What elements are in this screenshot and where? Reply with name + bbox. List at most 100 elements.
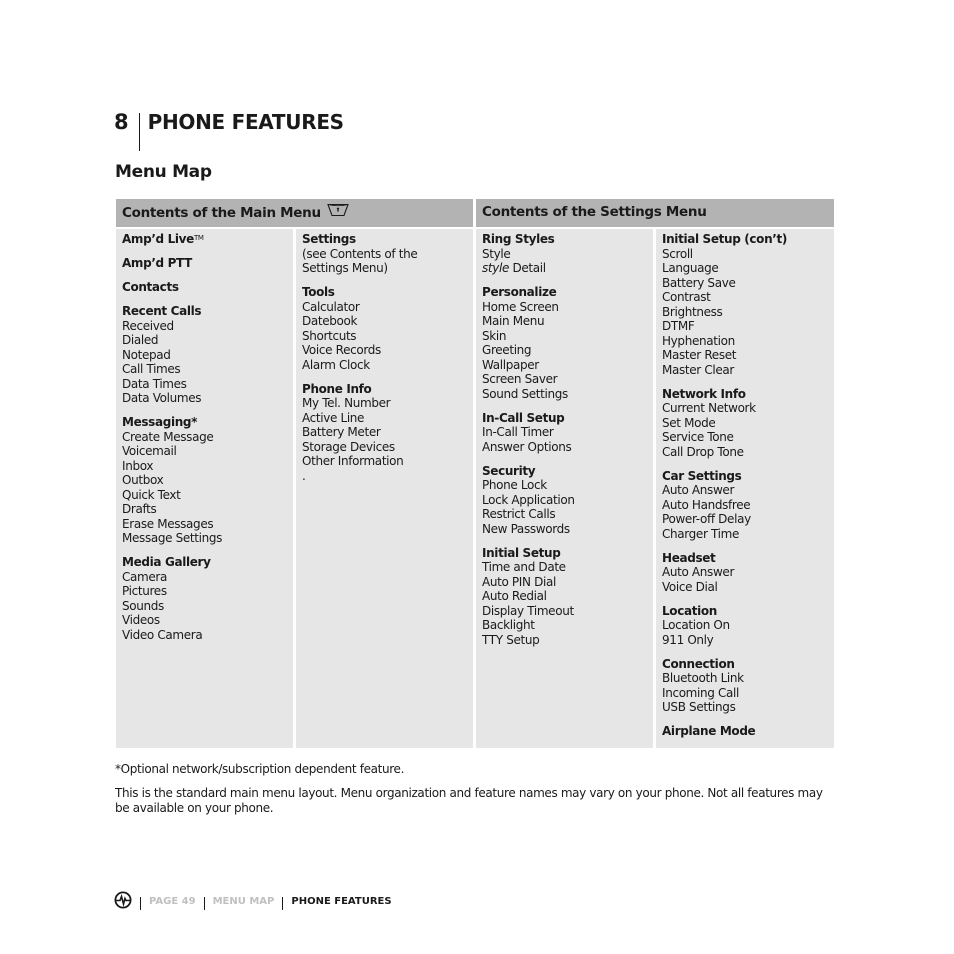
menu-item: Master Clear xyxy=(662,362,734,377)
menu-group-title: In-Call Setup xyxy=(482,411,653,426)
menu-item: Data Times xyxy=(122,376,187,391)
menu-group-title: Phone Info xyxy=(302,382,473,397)
menu-item: Home Screen xyxy=(482,299,559,314)
layout-note: This is the standard main menu layout. M… xyxy=(115,786,823,815)
menu-group: Airplane Mode xyxy=(662,724,834,739)
menu-item: Voice Records xyxy=(302,343,381,357)
menu-item: Quick Text xyxy=(122,487,181,502)
menu-item: Incoming Call xyxy=(662,685,739,700)
menu-group-title-text: Location xyxy=(662,603,717,618)
menu-item: In-Call Timer xyxy=(482,425,554,439)
menu-group: Media Gallery Camera Pictures Sounds Videos V… xyxy=(122,555,293,642)
menu-item: Voice Dial xyxy=(662,579,718,594)
menu-group: Security Phone Lock Lock Application Restri… xyxy=(482,464,653,537)
chapter-divider xyxy=(138,113,140,151)
menu-item: Master Reset xyxy=(662,348,737,362)
menu-group-title-text: Media Gallery xyxy=(122,555,211,569)
menu-column: Initial Setup (con’t) Scroll Language Batte… xyxy=(656,229,834,748)
menu-item: Battery Meter xyxy=(302,425,381,439)
page-footer: PAGE 49 MENU MAP PHONE FEATURES xyxy=(114,891,392,912)
section-title: Menu Map xyxy=(115,162,212,182)
menu-group-title: Car Settings xyxy=(662,469,834,484)
menu-item: My Tel. Number xyxy=(302,396,391,410)
menu-group-title: Connection xyxy=(662,657,834,672)
menu-item: Lock Application xyxy=(482,492,575,507)
menu-group-title-text: Contacts xyxy=(122,280,179,294)
menu-group: Amp’d LiveTM xyxy=(122,232,293,247)
menu-item: Auto Answer xyxy=(662,483,735,497)
menu-group-title-text: Car Settings xyxy=(662,468,742,483)
menu-item: Scroll xyxy=(662,246,693,261)
menu-group: Location Location On 911 Only xyxy=(662,604,834,648)
table-header: Contents of the Main Menu Contents of th… xyxy=(116,199,834,227)
menu-item: Wallpaper xyxy=(482,357,539,372)
menu-item: (see Contents of the xyxy=(302,246,418,261)
footer-page-number: PAGE 49 xyxy=(149,896,196,907)
menu-item: Auto Answer xyxy=(662,565,735,579)
menu-group: Recent Calls Received Dialed Notepad Call Ti… xyxy=(122,304,293,406)
menu-item: Videos xyxy=(122,613,160,627)
menu-item: Phone Lock xyxy=(482,478,547,492)
menu-item: Restrict Calls xyxy=(482,507,556,521)
menu-item: Calculator xyxy=(302,299,360,314)
menu-item: Storage Devices xyxy=(302,439,395,454)
menu-item: Location On xyxy=(662,618,730,632)
menu-item: Sound Settings xyxy=(482,386,568,401)
menu-group-title: Settings xyxy=(302,232,473,247)
menu-item: Data Volumes xyxy=(122,391,202,405)
menu-item: Style xyxy=(482,246,511,261)
menu-group-title-text: Initial Setup xyxy=(482,545,561,560)
menu-group-title-text: Personalize xyxy=(482,285,557,299)
menu-group: Initial Setup (con’t) Scroll Language Batte… xyxy=(662,232,834,377)
menu-item: Screen Saver xyxy=(482,372,558,386)
menu-item: Active Line xyxy=(302,410,365,425)
menu-group-title: Network Info xyxy=(662,387,834,402)
menu-key-icon xyxy=(326,200,349,226)
menu-item: Service Tone xyxy=(662,430,734,444)
menu-group-title-text: In-Call Setup xyxy=(482,410,565,425)
menu-group-title: Tools xyxy=(302,285,473,300)
menu-item: Message Settings xyxy=(122,531,223,545)
menu-item: Video Camera xyxy=(122,627,203,642)
menu-group-title: Amp’d LiveTM xyxy=(122,232,293,247)
menu-group-title-text: Amp’d Live xyxy=(122,232,194,246)
menu-item: New Passwords xyxy=(482,521,570,536)
menu-group-title: Ring Styles xyxy=(482,232,653,247)
menu-item: USB Settings xyxy=(662,700,736,714)
settings-menu-header: Contents of the Settings Menu xyxy=(476,199,834,227)
menu-group: Car Settings Auto Answer Auto Handsfree Pow… xyxy=(662,469,834,542)
menu-group-title-text: Connection xyxy=(662,656,735,671)
menu-group-title: Location xyxy=(662,604,834,619)
menu-item: Battery Save xyxy=(662,275,736,290)
trademark-mark: TM xyxy=(193,234,204,242)
menu-group-title-text: Security xyxy=(482,463,536,478)
main-menu-header: Contents of the Main Menu xyxy=(116,199,473,227)
menu-item: Time and Date xyxy=(482,560,566,574)
menu-map-table: Contents of the Main Menu Contents of th… xyxy=(116,199,834,748)
menu-item: Answer Options xyxy=(482,439,572,454)
menu-item: Auto PIN Dial xyxy=(482,574,556,589)
menu-group-title-text: Tools xyxy=(302,285,335,299)
menu-group-title-text: Ring Styles xyxy=(482,232,555,246)
main-menu-header-label: Contents of the Main Menu xyxy=(122,205,321,221)
menu-group-title-text: Settings xyxy=(302,232,356,246)
menu-item: Erase Messages xyxy=(122,516,214,531)
menu-column: Settings (see Contents of the Settings Men… xyxy=(296,229,473,748)
menu-item: Notepad xyxy=(122,347,171,362)
footer-divider xyxy=(282,897,284,910)
menu-item: . xyxy=(302,468,306,483)
menu-group: Tools Calculator Datebook Shortcuts Voice Re… xyxy=(302,285,473,372)
menu-group: Headset Auto Answer Voice Dial xyxy=(662,551,834,595)
menu-column: Ring Styles Style style Detail Personalize H… xyxy=(476,229,653,748)
menu-group-title-text: Headset xyxy=(662,550,716,565)
menu-group-title: Personalize xyxy=(482,285,653,300)
menu-group-title: Messaging* xyxy=(122,415,293,430)
table-body: Amp’d LiveTM Amp’d PTT Contacts Recent Call… xyxy=(116,229,834,748)
footer-divider xyxy=(140,897,141,910)
menu-item: Inbox xyxy=(122,458,154,473)
footer-chapter: PHONE FEATURES xyxy=(291,896,392,907)
menu-group-title-text: Recent Calls xyxy=(122,304,202,318)
menu-item: Drafts xyxy=(122,502,157,516)
menu-group: Network Info Current Network Set Mode Servi… xyxy=(662,387,834,460)
menu-item: Shortcuts xyxy=(302,328,357,343)
